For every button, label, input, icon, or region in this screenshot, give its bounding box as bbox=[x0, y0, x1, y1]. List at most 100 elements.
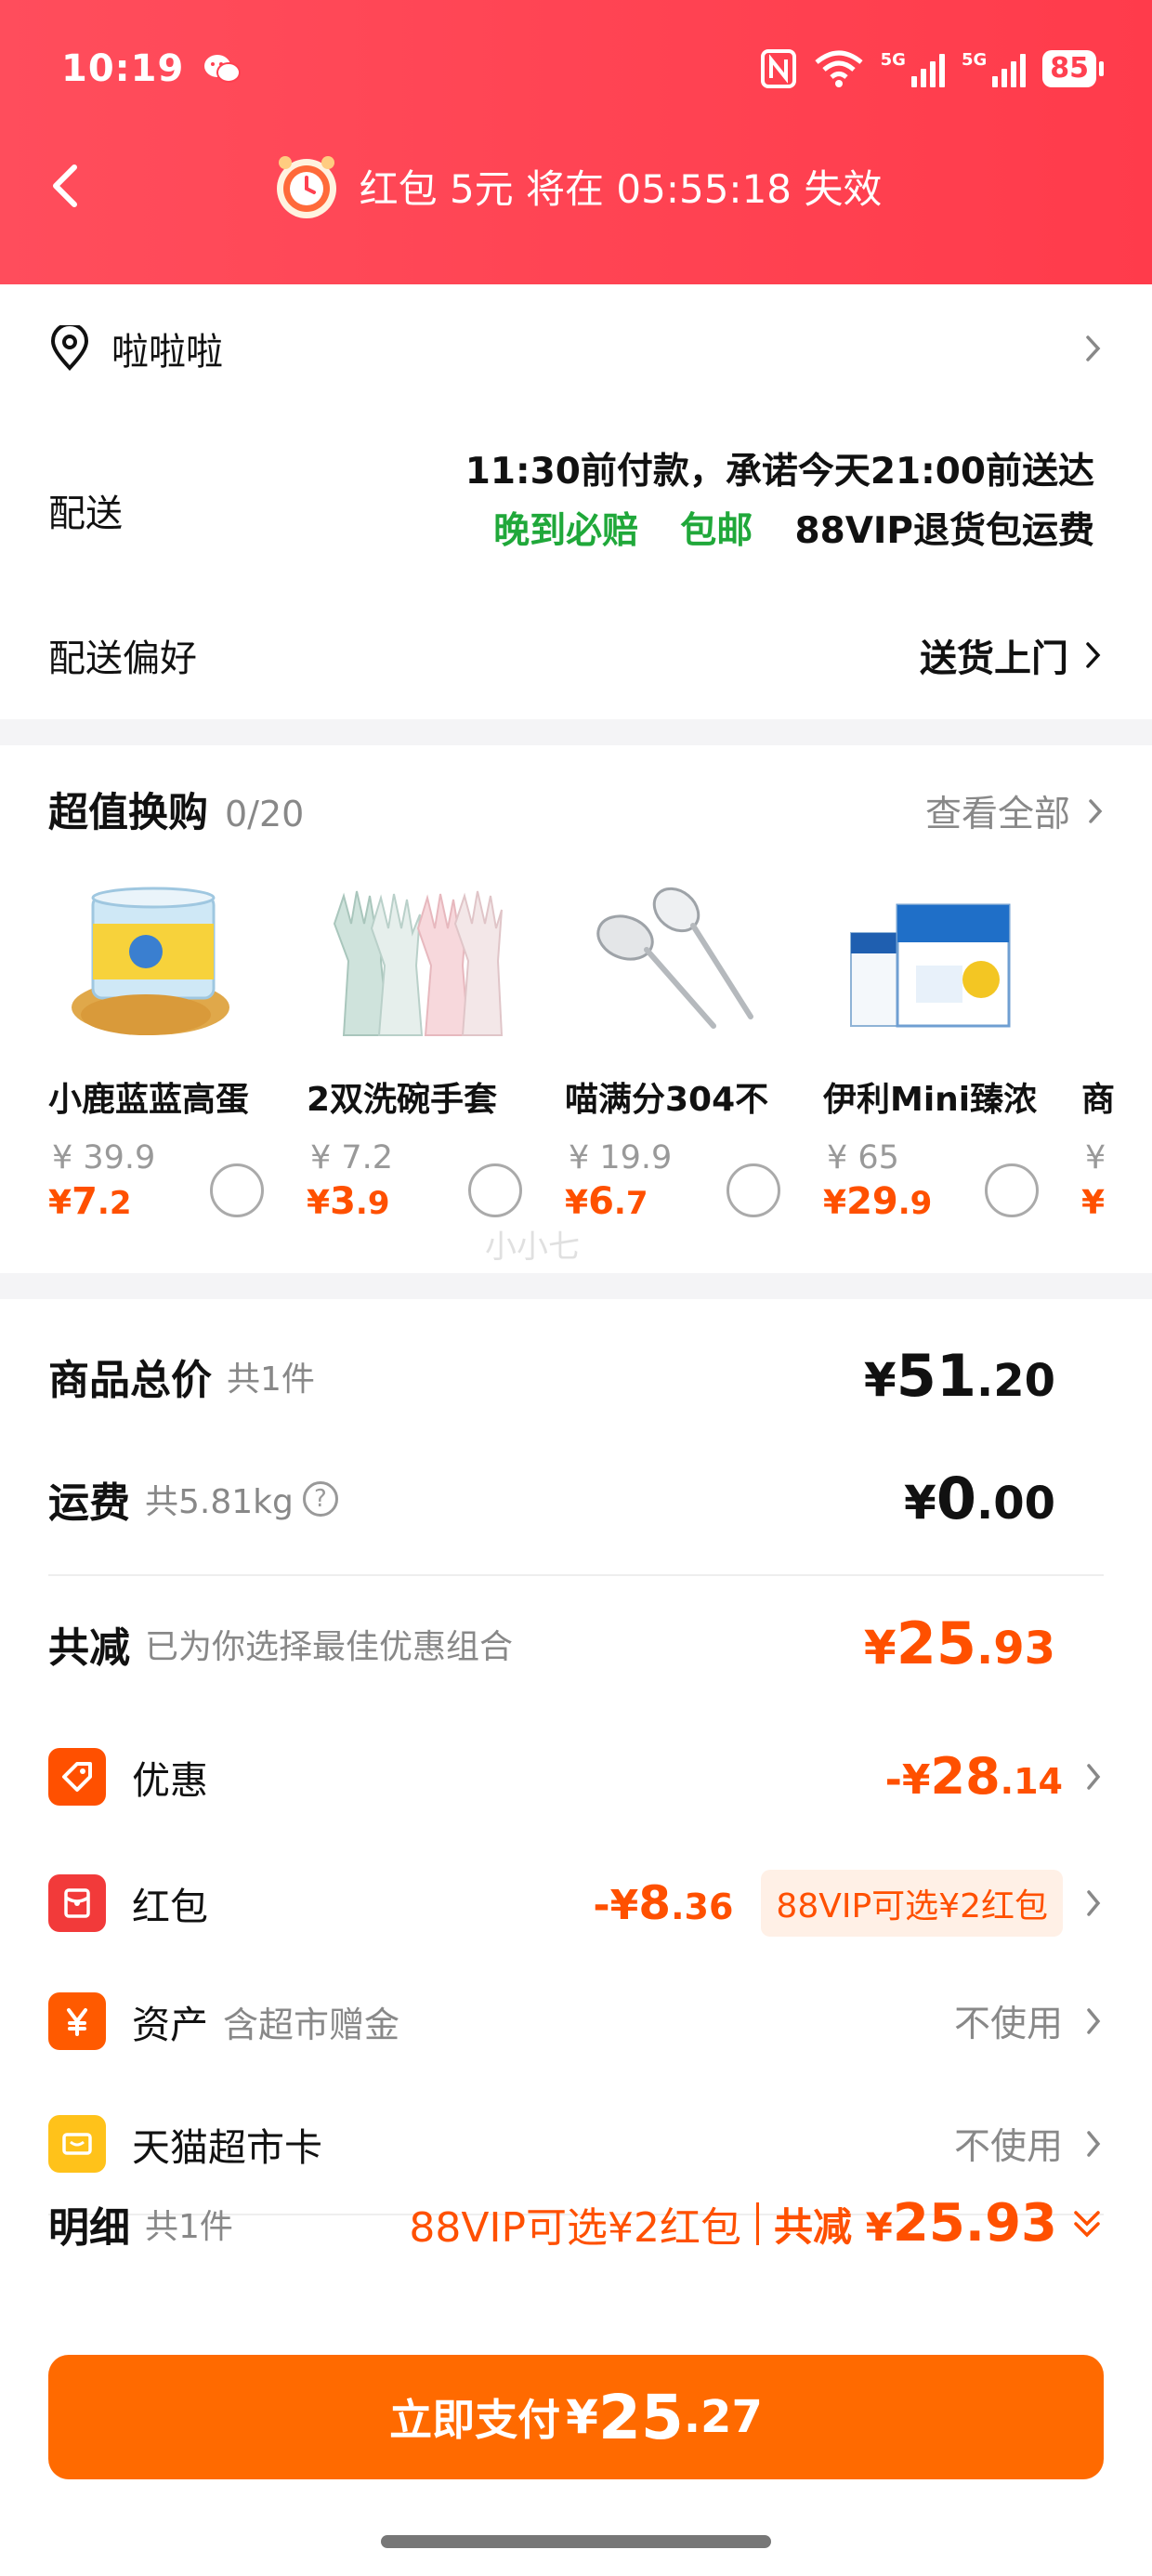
detail-count: 共1件 bbox=[145, 2207, 233, 2246]
view-all-label: 查看全部 bbox=[924, 794, 1070, 835]
amount-yen: ¥ bbox=[904, 1476, 936, 1530]
price-yen: ¥ bbox=[1081, 1184, 1106, 1222]
product-swap-price: ¥7.2 bbox=[48, 1180, 131, 1223]
product-name: 商 bbox=[1081, 1081, 1116, 1119]
shipping-fee-row: 运费 共5.81kg ? ¥0.00 bbox=[48, 1465, 1104, 1532]
delivery-label: 配送 bbox=[48, 493, 123, 535]
shipping-label: 运费 bbox=[48, 1479, 130, 1527]
detail-total-yen: ¥ bbox=[865, 2204, 893, 2250]
add-on-product[interactable]: 喵满分304不 ¥ 19.9 ¥6.7 bbox=[565, 877, 806, 1249]
product-original-price: ¥ 39.9 bbox=[52, 1139, 156, 1176]
red-packet-value: -¥8.36 88VIP可选¥2红包 bbox=[593, 1870, 1104, 1937]
price-decimal: .7 bbox=[613, 1185, 648, 1222]
status-icons: 5G 5G 85 bbox=[760, 48, 1104, 89]
assets-row[interactable]: 资产 含超市赠金 不使用 bbox=[48, 1992, 1104, 2050]
tmall-card-value: 不使用 bbox=[954, 2118, 1104, 2170]
card-icon bbox=[48, 2115, 106, 2173]
red-packet-label: 红包 bbox=[132, 1885, 208, 1929]
price-integer: 29 bbox=[846, 1180, 898, 1223]
price-decimal: .9 bbox=[897, 1185, 933, 1222]
product-select-radio[interactable] bbox=[468, 1163, 522, 1217]
red-packet-countdown: 红包 5元 将在 05:55:18 失效 bbox=[270, 150, 883, 222]
battery-indicator: 85 bbox=[1042, 50, 1104, 87]
amount-decimal: .93 bbox=[975, 1623, 1055, 1675]
reduction-amount: ¥25.93 bbox=[864, 1610, 1055, 1677]
tmall-card-label: 天猫超市卡 bbox=[132, 2125, 322, 2170]
amount-decimal: .20 bbox=[975, 1355, 1055, 1407]
price-integer: 7 bbox=[72, 1180, 98, 1223]
pay-integer: 25 bbox=[597, 2381, 684, 2453]
chevron-right-icon bbox=[1087, 1890, 1101, 1916]
product-name: 伊利Mini臻浓 bbox=[823, 1081, 1038, 1119]
product-name: 小鹿蓝蓝高蛋 bbox=[48, 1081, 250, 1119]
add-on-product[interactable]: 2双洗碗手套 ¥ 7.2 ¥3.9 bbox=[307, 877, 548, 1249]
coupon-tag-icon bbox=[48, 1747, 106, 1806]
pay-now-button[interactable]: 立即支付 ¥25.27 bbox=[48, 2355, 1104, 2479]
status-bar: 10:19 5G 5G 85 bbox=[61, 41, 1104, 97]
double-chevron-down-icon[interactable] bbox=[1070, 2205, 1104, 2242]
signal-tag: 5G bbox=[880, 50, 906, 70]
chevron-right-icon bbox=[1086, 642, 1101, 668]
goods-total-amount: ¥51.20 bbox=[864, 1342, 1055, 1410]
product-swap-price: ¥6.7 bbox=[565, 1180, 648, 1223]
assets-status: 不使用 bbox=[953, 2004, 1063, 2045]
amount-integer: 51 bbox=[896, 1342, 976, 1410]
product-image-milk-box bbox=[850, 903, 1011, 1028]
amount-integer: 0 bbox=[936, 1465, 976, 1532]
chevron-right-icon bbox=[1087, 2131, 1101, 2157]
product-original-price: ¥ 7.2 bbox=[310, 1139, 394, 1176]
detail-total-amount: 25.93 bbox=[892, 2193, 1057, 2254]
amount-decimal: .36 bbox=[671, 1886, 734, 1927]
add-on-product[interactable]: 伊利Mini臻浓 ¥ 65 ¥29.9 bbox=[823, 877, 1065, 1249]
product-select-radio[interactable] bbox=[727, 1163, 780, 1217]
add-on-count: 0/20 bbox=[225, 794, 305, 835]
assets-note: 含超市赠金 bbox=[223, 2004, 400, 2045]
chevron-right-icon bbox=[1086, 335, 1101, 361]
amount-yen: ¥ bbox=[863, 1621, 897, 1675]
minus-yen: -¥ bbox=[884, 1756, 931, 1804]
vip-red-packet-pill[interactable]: 88VIP可选¥2红包 bbox=[761, 1870, 1063, 1937]
alarm-clock-icon bbox=[276, 156, 336, 218]
nfc-icon bbox=[760, 49, 796, 88]
discount-row[interactable]: 优惠 -¥28.14 bbox=[48, 1747, 1104, 1806]
add-on-product[interactable]: 商 ¥ ¥ bbox=[1081, 877, 1152, 1249]
address-row[interactable]: 啦啦啦 bbox=[48, 322, 1104, 375]
reduction-note: 已为你选择最佳优惠组合 bbox=[145, 1627, 514, 1666]
price-yen: ¥ bbox=[823, 1184, 847, 1222]
delivery-guarantees: 晚到必赔 包邮 88VIP退货包运费 bbox=[493, 502, 1094, 554]
delivery-preference-row[interactable]: 配送偏好 送货上门 bbox=[48, 628, 1104, 682]
free-shipping-badge: 包邮 bbox=[680, 510, 753, 552]
countdown-text: 红包 5元 将在 05:55:18 失效 bbox=[359, 165, 883, 212]
home-indicator[interactable] bbox=[381, 2535, 771, 2548]
add-on-product[interactable]: 小鹿蓝蓝高蛋 ¥ 39.9 ¥7.2 bbox=[48, 877, 290, 1249]
shipping-weight: 共5.81kg bbox=[145, 1482, 294, 1521]
product-original-price: ¥ 19.9 bbox=[569, 1139, 673, 1176]
return-shipping-text: 88VIP退货包运费 bbox=[794, 510, 1094, 552]
product-select-radio[interactable] bbox=[985, 1163, 1039, 1217]
assets-value: 不使用 bbox=[954, 1995, 1104, 2047]
amount-decimal: .00 bbox=[975, 1478, 1055, 1530]
header: 10:19 5G 5G 85 红包 5元 将在 05:55:18 失效 bbox=[0, 0, 1152, 284]
address-card: 啦啦啦 配送 11:30前付款，承诺今天21:00前送达 晚到必赔 包邮 88V… bbox=[0, 284, 1152, 719]
back-icon[interactable] bbox=[41, 160, 93, 212]
chevron-right-icon bbox=[1087, 1763, 1101, 1790]
detail-promo: 88VIP可选¥2红包 bbox=[409, 2203, 741, 2252]
detail-total-reduction: 共减 ¥25.93 bbox=[774, 2193, 1057, 2254]
view-all-link[interactable]: 查看全部 bbox=[925, 785, 1104, 837]
discount-value: -¥28.14 bbox=[885, 1747, 1104, 1806]
price-integer: 3 bbox=[330, 1180, 356, 1223]
help-icon[interactable]: ? bbox=[302, 1480, 338, 1517]
watermark: 小小七 bbox=[485, 1229, 580, 1266]
price-decimal: .2 bbox=[97, 1185, 132, 1222]
product-swap-price: ¥3.9 bbox=[307, 1180, 389, 1223]
product-name: 喵满分304不 bbox=[565, 1081, 769, 1119]
assets-label: 资产 bbox=[132, 2003, 208, 2047]
red-packet-row[interactable]: 红包 -¥8.36 88VIP可选¥2红包 bbox=[48, 1870, 1104, 1937]
detail-row[interactable]: 明细 共1件 88VIP可选¥2红包 共减 ¥25.93 bbox=[48, 2193, 1104, 2254]
goods-total-row: 商品总价 共1件 ¥51.20 bbox=[48, 1342, 1104, 1410]
tmall-card-row[interactable]: 天猫超市卡 不使用 bbox=[48, 2115, 1104, 2173]
product-select-radio[interactable] bbox=[210, 1163, 264, 1217]
amount-integer: 28 bbox=[930, 1747, 1001, 1806]
pay-label: 立即支付 bbox=[389, 2395, 561, 2445]
delivery-promise: 11:30前付款，承诺今天21:00前送达 bbox=[465, 451, 1094, 493]
